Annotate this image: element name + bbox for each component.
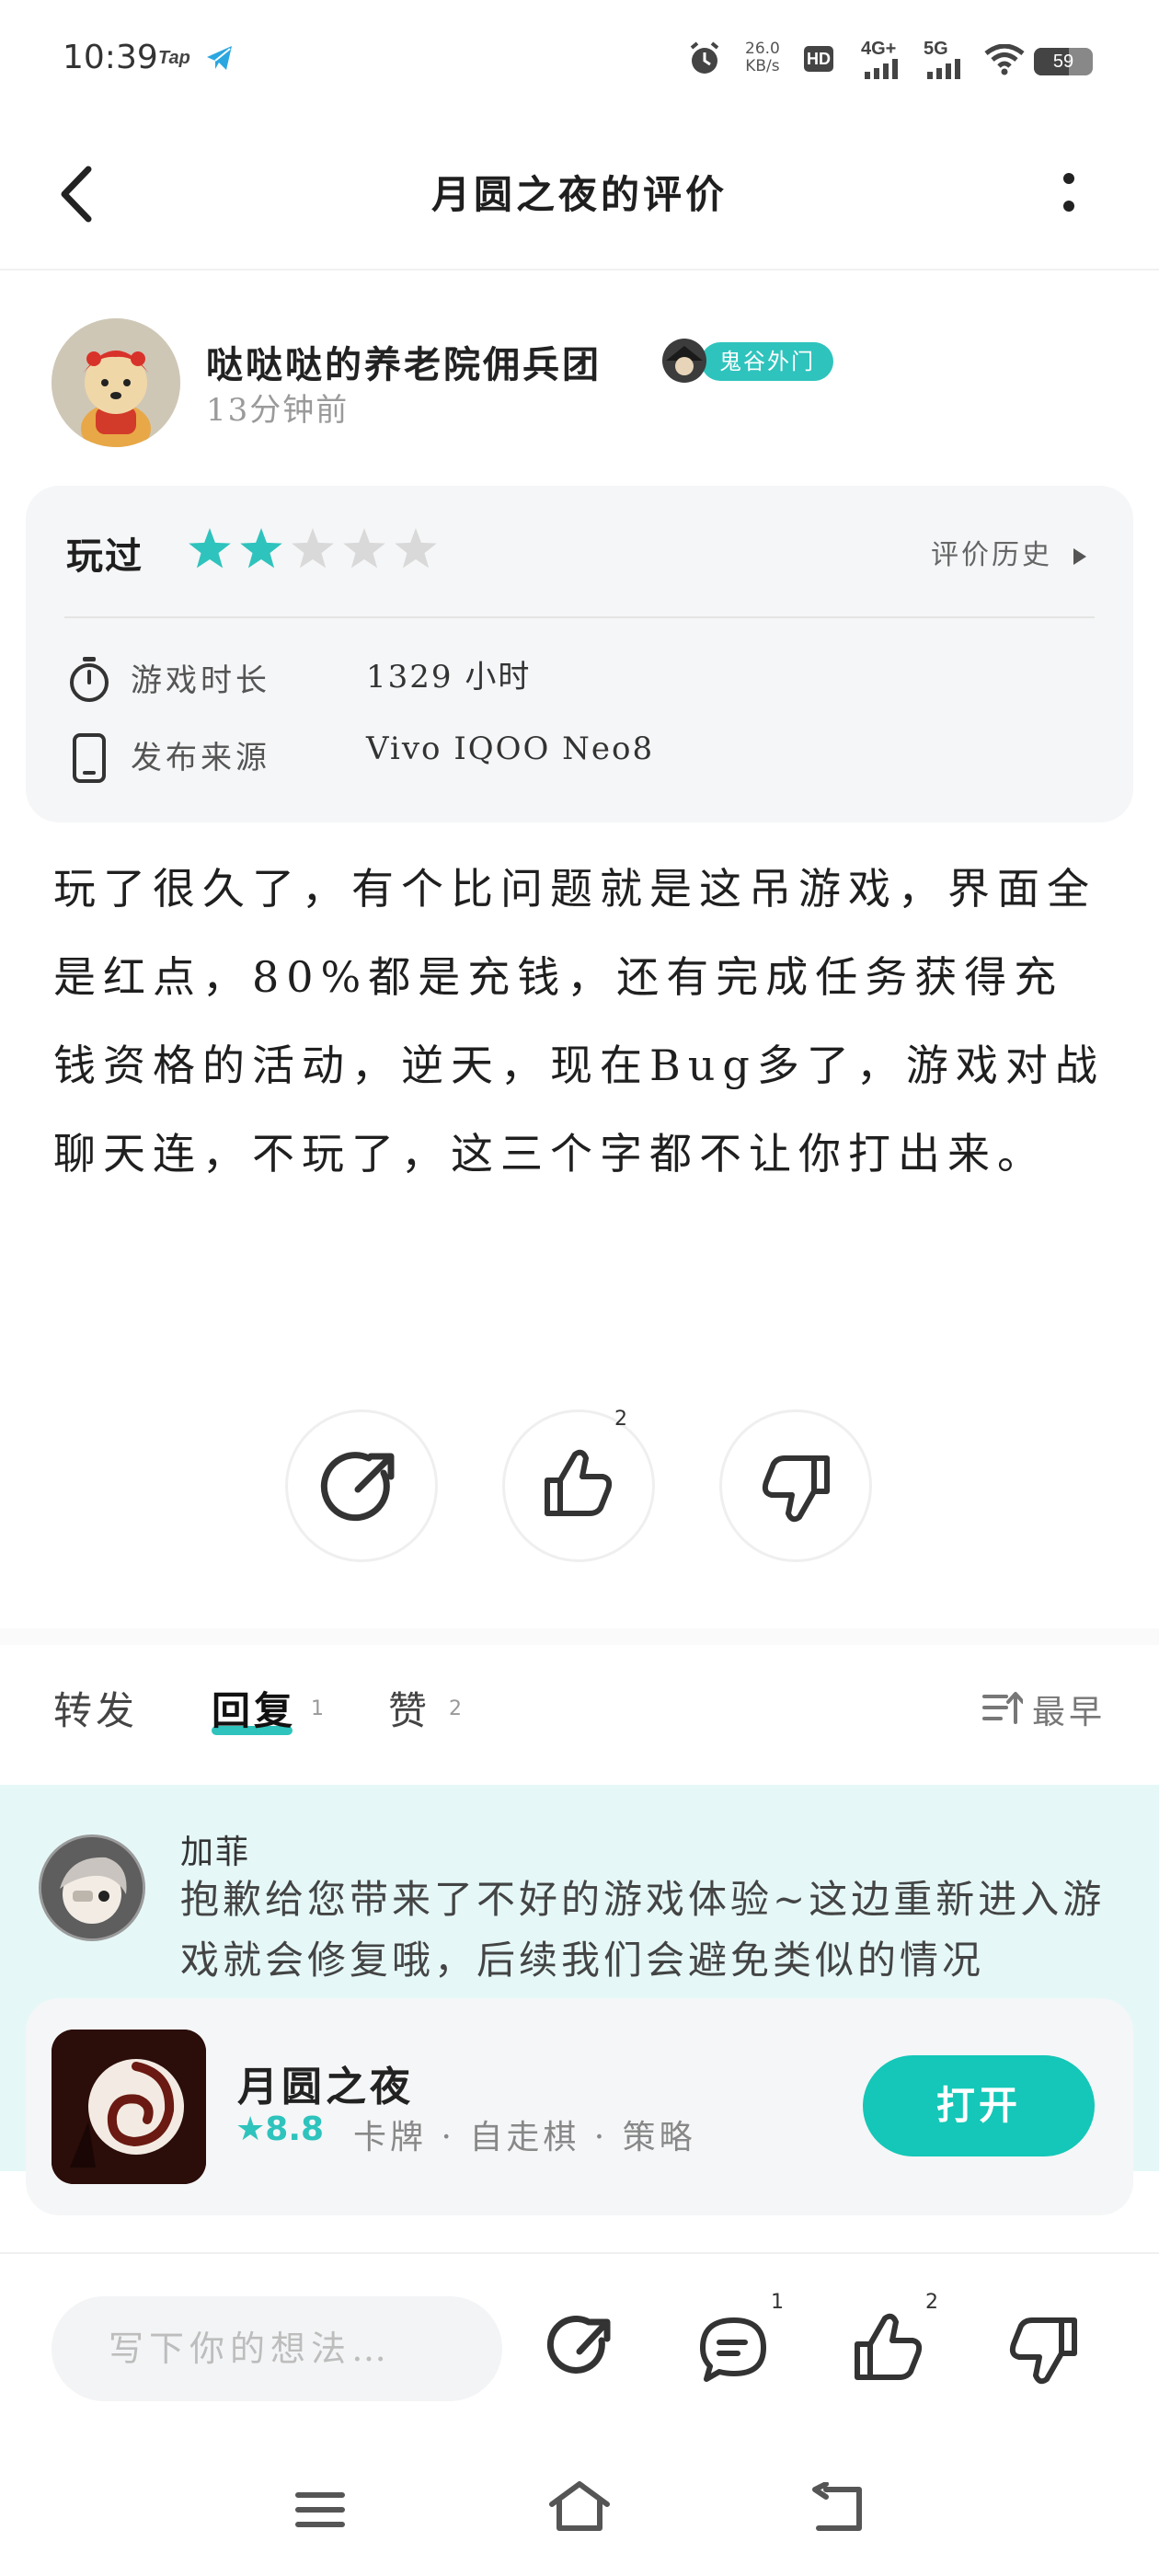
game-tags: 卡牌 · 自走棋 · 策略 xyxy=(353,2119,696,2156)
rating-history-link[interactable]: 评价历史 xyxy=(931,532,1088,572)
signal-icon xyxy=(865,59,898,79)
phone-icon xyxy=(73,733,106,783)
thumbs-up-icon xyxy=(545,1449,613,1516)
thumbs-down-icon xyxy=(762,1455,830,1523)
battery-icon: 59 xyxy=(1034,48,1093,75)
star-filled-icon xyxy=(189,528,231,569)
share-button[interactable] xyxy=(285,1409,438,1562)
star-icon: ★ xyxy=(235,2110,266,2148)
author-badge: 鬼谷外门 xyxy=(701,342,833,381)
star-rating xyxy=(189,528,437,569)
bottom-bar-divider xyxy=(0,2252,1159,2254)
reply-author-name[interactable]: 加菲 xyxy=(180,1825,250,1873)
section-divider xyxy=(0,1628,1159,1645)
sort-icon[interactable] xyxy=(982,1689,1023,1728)
author-avatar[interactable] xyxy=(52,318,180,447)
thumbs-down-icon[interactable] xyxy=(1004,2311,1082,2388)
author-name[interactable]: 哒哒哒的养老院佣兵团 xyxy=(206,335,602,388)
star-filled-icon xyxy=(240,528,282,569)
back-nav-icon[interactable] xyxy=(809,2482,866,2534)
reply-text: 抱歉给您带来了不好的游戏体验~这边重新进入游戏就会修复哦，后续我们会避免类似的情… xyxy=(180,1877,1106,1983)
sort-label[interactable]: 最早 xyxy=(1032,1685,1106,1733)
like-button[interactable] xyxy=(502,1409,655,1562)
cartoon-avatar-image xyxy=(41,1837,143,1938)
shiba-doll-avatar-image xyxy=(52,318,180,447)
tab-reply-count: 1 xyxy=(311,1697,324,1720)
game-name[interactable]: 月圆之夜 xyxy=(237,2053,414,2112)
comment-input[interactable]: 写下你的想法… xyxy=(52,2296,502,2401)
signal-icon-2 xyxy=(927,59,960,79)
home-icon[interactable] xyxy=(546,2478,613,2534)
clock: 10:39 xyxy=(63,39,158,76)
comment-icon[interactable] xyxy=(695,2311,773,2388)
game-logo-image xyxy=(52,2030,206,2184)
page-title: 月圆之夜的评价 xyxy=(430,172,728,217)
network-speed: 26.0 KB/s xyxy=(745,40,780,75)
stopwatch-icon xyxy=(70,657,109,702)
star-empty-icon xyxy=(292,528,334,569)
share-icon[interactable] xyxy=(539,2309,616,2386)
playtime-label: 游戏时长 xyxy=(131,662,270,699)
game-score: ★8.8 xyxy=(235,2110,325,2148)
caret-right-icon xyxy=(1073,548,1086,565)
card-divider xyxy=(64,616,1095,618)
star-empty-icon xyxy=(395,528,437,569)
taptap-notification-icon: Tap xyxy=(158,48,190,68)
post-time: 13分钟前 xyxy=(206,392,350,429)
tab-forward[interactable]: 转发 xyxy=(53,1680,138,1736)
menu-icon[interactable] xyxy=(293,2488,348,2532)
playtime-value: 1329 小时 xyxy=(366,659,532,696)
source-value: Vivo IQOO Neo8 xyxy=(366,730,655,767)
review-text: 玩了很久了，有个比问题就是这吊游戏，界面全是红点，80%都是充钱，还有完成任务获… xyxy=(53,864,1105,1179)
game-icon[interactable] xyxy=(52,2030,206,2184)
tab-reply[interactable]: 回复 xyxy=(212,1680,296,1736)
play-status: 玩过 xyxy=(66,535,143,578)
comment-count: 1 xyxy=(771,2291,784,2314)
dislike-button[interactable] xyxy=(719,1409,872,1562)
share-icon xyxy=(320,1452,395,1522)
tab-like-count: 2 xyxy=(449,1697,462,1720)
source-label: 发布来源 xyxy=(131,740,270,776)
like-count-badge: 2 xyxy=(614,1408,627,1431)
alarm-icon xyxy=(690,41,719,74)
reply-avatar[interactable] xyxy=(39,1834,145,1941)
status-bar: 10:39 Tap 26.0 KB/s HD 4G+ 5G 59 xyxy=(0,0,1159,120)
hd-voice-icon: HD xyxy=(804,46,833,72)
wifi-icon xyxy=(984,44,1025,75)
nav-divider xyxy=(0,269,1159,270)
thumbs-up-icon[interactable] xyxy=(850,2309,927,2386)
tab-like[interactable]: 赞 xyxy=(388,1680,430,1736)
open-game-button[interactable]: 打开 xyxy=(863,2055,1095,2156)
like-count: 2 xyxy=(925,2291,938,2314)
telegram-notification-icon xyxy=(207,46,232,70)
badge-hat-icon xyxy=(662,339,706,383)
star-empty-icon xyxy=(343,528,385,569)
more-options-icon[interactable] xyxy=(1058,171,1080,217)
